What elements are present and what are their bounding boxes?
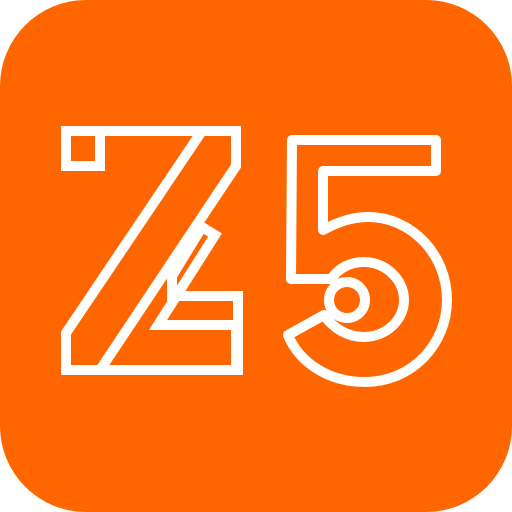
app-icon[interactable] bbox=[0, 0, 512, 512]
z5-logo bbox=[0, 0, 512, 512]
